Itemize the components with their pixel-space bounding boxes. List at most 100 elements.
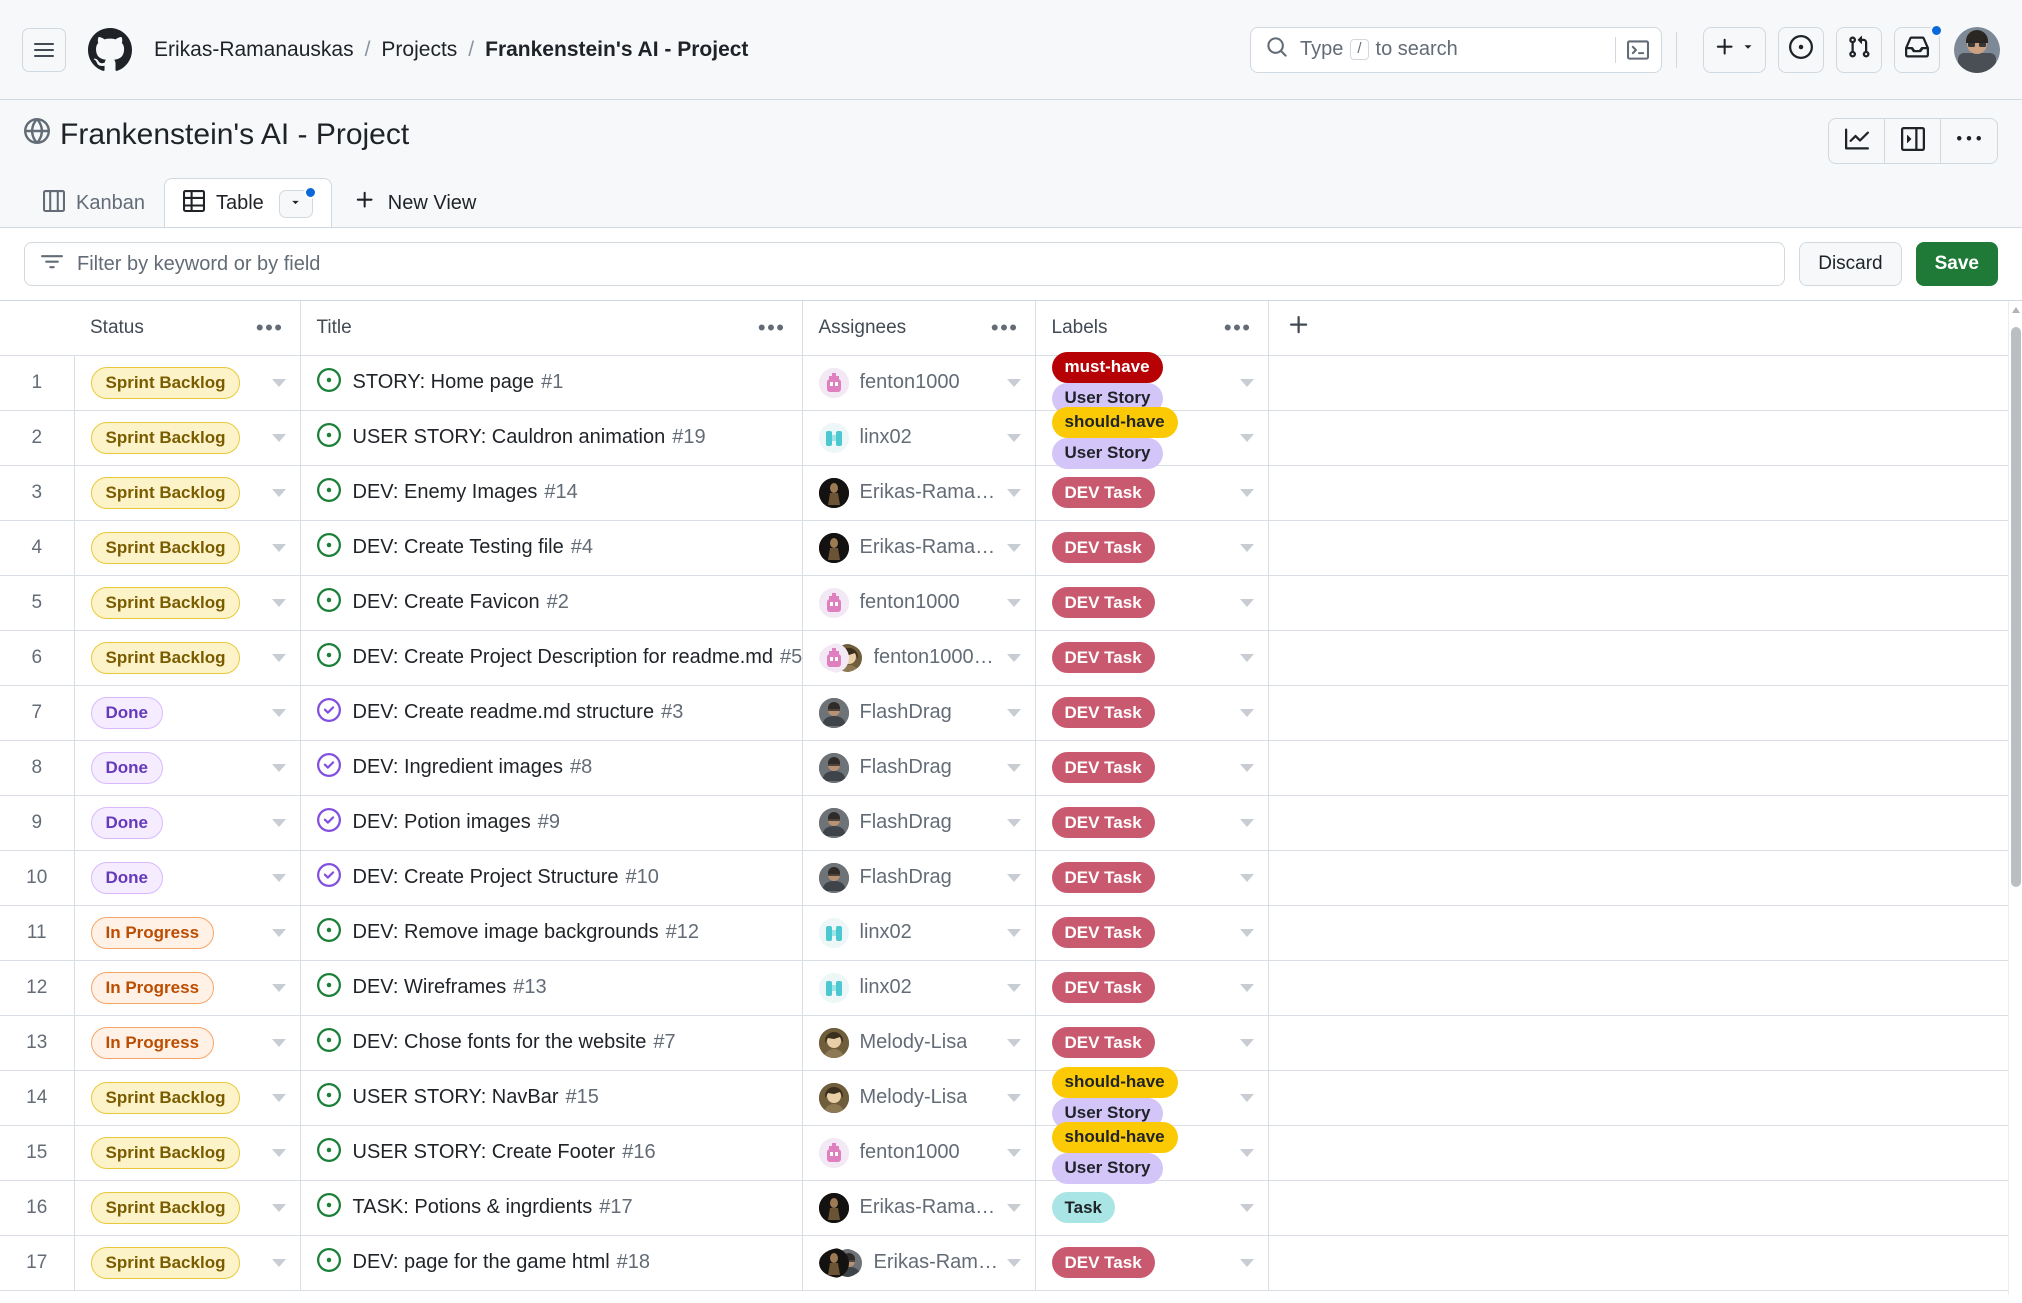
empty-cell[interactable] xyxy=(1268,960,2009,1016)
project-menu-button[interactable] xyxy=(1941,119,1997,163)
label-chip[interactable]: DEV Task xyxy=(1051,917,1155,948)
label-chip[interactable]: DEV Task xyxy=(1051,862,1155,893)
tab-table[interactable]: Table xyxy=(163,178,332,228)
chevron-down-icon[interactable] xyxy=(271,1203,286,1212)
label-chip[interactable]: DEV Task xyxy=(1051,642,1155,673)
empty-cell[interactable] xyxy=(1268,1070,2009,1126)
chevron-down-icon[interactable] xyxy=(1239,1203,1254,1212)
title-cell[interactable]: DEV: Create Favicon #2 xyxy=(300,575,803,631)
title-cell[interactable]: DEV: Create readme.md structure #3 xyxy=(300,685,803,741)
avatar[interactable] xyxy=(1954,26,2000,73)
chevron-down-icon[interactable] xyxy=(1239,708,1254,717)
scrollbar-thumb[interactable] xyxy=(2011,327,2021,887)
labels-cell[interactable]: should-haveUser Story xyxy=(1035,406,1269,469)
label-chip[interactable]: DEV Task xyxy=(1051,477,1155,508)
search-input[interactable]: Type / to search xyxy=(1250,26,1662,73)
chevron-down-icon[interactable] xyxy=(1006,873,1021,882)
table-row[interactable]: 7 Done DEV: Create readme.md structure #3 Fl… xyxy=(0,685,2009,741)
toggle-sidebar-button[interactable] xyxy=(1885,119,1941,163)
chevron-down-icon[interactable] xyxy=(1239,1148,1254,1157)
chevron-down-icon[interactable] xyxy=(1239,1038,1254,1047)
chevron-down-icon[interactable] xyxy=(1006,1148,1021,1157)
label-chip[interactable]: DEV Task xyxy=(1051,532,1155,563)
empty-cell[interactable] xyxy=(1268,740,2009,796)
chevron-down-icon[interactable] xyxy=(1239,433,1254,442)
table-row[interactable]: 1 Sprint Backlog STORY: Home page #1 fenton1… xyxy=(0,351,2009,414)
chevron-down-icon[interactable] xyxy=(1006,433,1021,442)
table-row[interactable]: 4 Sprint Backlog DEV: Create Testing file #… xyxy=(0,520,2009,576)
labels-cell[interactable]: should-haveUser Story xyxy=(1035,1121,1269,1184)
empty-cell[interactable] xyxy=(1268,630,2009,686)
chevron-down-icon[interactable] xyxy=(1006,708,1021,717)
chevron-down-icon[interactable] xyxy=(1239,763,1254,772)
labels-cell[interactable]: DEV Task xyxy=(1035,630,1269,686)
status-cell[interactable]: Done xyxy=(74,795,301,851)
empty-cell[interactable] xyxy=(1268,355,2009,411)
vertical-scrollbar[interactable] xyxy=(2008,301,2022,1295)
table-row[interactable]: 14 Sprint Backlog USER STORY: NavBar #15 Mel… xyxy=(0,1066,2009,1129)
new-view-button[interactable]: New View xyxy=(338,178,493,228)
breadcrumb-projects[interactable]: Projects xyxy=(381,38,457,62)
assignees-cell[interactable]: FlashDrag xyxy=(802,685,1036,741)
labels-cell[interactable]: DEV Task xyxy=(1035,960,1269,1016)
chevron-down-icon[interactable] xyxy=(1239,1093,1254,1102)
notifications-button[interactable] xyxy=(1894,23,1943,73)
labels-cell[interactable]: DEV Task xyxy=(1035,520,1269,576)
save-button[interactable]: Save xyxy=(1915,242,1998,286)
chevron-down-icon[interactable] xyxy=(1239,928,1254,937)
chevron-down-icon[interactable] xyxy=(1239,653,1254,662)
status-cell[interactable]: Sprint Backlog xyxy=(74,520,301,576)
title-cell[interactable]: USER STORY: NavBar #15 xyxy=(300,1070,803,1126)
table-row[interactable]: 13 In Progress DEV: Chose fonts for the we… xyxy=(0,1015,2009,1071)
table-row[interactable]: 16 Sprint Backlog TASK: Potions & ingrdien… xyxy=(0,1180,2009,1236)
title-cell[interactable]: DEV: Create Testing file #4 xyxy=(300,520,803,576)
chevron-down-icon[interactable] xyxy=(271,983,286,992)
chevron-down-icon[interactable] xyxy=(271,1038,286,1047)
chevron-down-icon[interactable] xyxy=(1006,928,1021,937)
status-cell[interactable]: Sprint Backlog xyxy=(74,575,301,631)
empty-cell[interactable] xyxy=(1268,1180,2009,1236)
chevron-down-icon[interactable] xyxy=(1006,763,1021,772)
empty-cell[interactable] xyxy=(1268,905,2009,961)
assignees-cell[interactable]: Erikas-Ramanauskas xyxy=(802,520,1036,576)
labels-cell[interactable]: Task xyxy=(1035,1180,1269,1236)
assignees-cell[interactable]: Melody-Lisa xyxy=(802,1015,1036,1071)
table-row[interactable]: 3 Sprint Backlog DEV: Enemy Images #14 Erika… xyxy=(0,465,2009,521)
label-chip[interactable]: DEV Task xyxy=(1051,807,1155,838)
title-cell[interactable]: DEV: Create Project Description for read… xyxy=(300,630,803,686)
column-header-status[interactable]: Status ••• xyxy=(74,301,301,356)
title-cell[interactable]: STORY: Home page #1 xyxy=(300,355,803,411)
command-palette-icon[interactable] xyxy=(1615,36,1649,63)
table-row[interactable]: 8 Done DEV: Ingredient images #8 FlashDrag DE… xyxy=(0,740,2009,796)
chevron-down-icon[interactable] xyxy=(271,873,286,882)
label-chip[interactable]: DEV Task xyxy=(1051,752,1155,783)
status-cell[interactable]: In Progress xyxy=(74,1015,301,1071)
chevron-down-icon[interactable] xyxy=(1006,1258,1021,1267)
title-cell[interactable]: DEV: Chose fonts for the website #7 xyxy=(300,1015,803,1071)
chevron-down-icon[interactable] xyxy=(1006,1093,1021,1102)
empty-cell[interactable] xyxy=(1268,1015,2009,1071)
label-chip[interactable]: DEV Task xyxy=(1051,1027,1155,1058)
labels-cell[interactable]: must-haveUser Story xyxy=(1035,351,1269,414)
title-cell[interactable]: USER STORY: Cauldron animation #19 xyxy=(300,410,803,466)
label-chip[interactable]: User Story xyxy=(1051,1152,1164,1184)
kebab-horizontal-icon[interactable]: ••• xyxy=(758,316,786,338)
chevron-down-icon[interactable] xyxy=(1006,543,1021,552)
labels-cell[interactable]: DEV Task xyxy=(1035,1235,1269,1291)
table-row[interactable]: 17 Sprint Backlog DEV: page for the game h… xyxy=(0,1235,2009,1291)
chevron-down-icon[interactable] xyxy=(271,928,286,937)
kebab-horizontal-icon[interactable]: ••• xyxy=(256,316,284,338)
empty-cell[interactable] xyxy=(1268,410,2009,466)
table-row[interactable]: 5 Sprint Backlog DEV: Create Favicon #2 fent… xyxy=(0,575,2009,631)
title-cell[interactable]: DEV: page for the game html #18 xyxy=(300,1235,803,1291)
status-cell[interactable]: Sprint Backlog xyxy=(74,355,301,411)
table-row[interactable]: 9 Done DEV: Potion images #9 FlashDrag DEV Ta… xyxy=(0,795,2009,851)
label-chip[interactable]: must-have xyxy=(1051,351,1163,383)
discard-button[interactable]: Discard xyxy=(1799,242,1902,286)
chevron-down-icon[interactable] xyxy=(1239,983,1254,992)
table-row[interactable]: 10 Done DEV: Create Project Structure #10 Fl… xyxy=(0,850,2009,906)
table-row[interactable]: 12 In Progress DEV: Wireframes #13 linx02 DEV… xyxy=(0,960,2009,1016)
chevron-down-icon[interactable] xyxy=(1006,1203,1021,1212)
chevron-down-icon[interactable] xyxy=(1006,378,1021,387)
assignees-cell[interactable]: linx02 xyxy=(802,960,1036,1016)
